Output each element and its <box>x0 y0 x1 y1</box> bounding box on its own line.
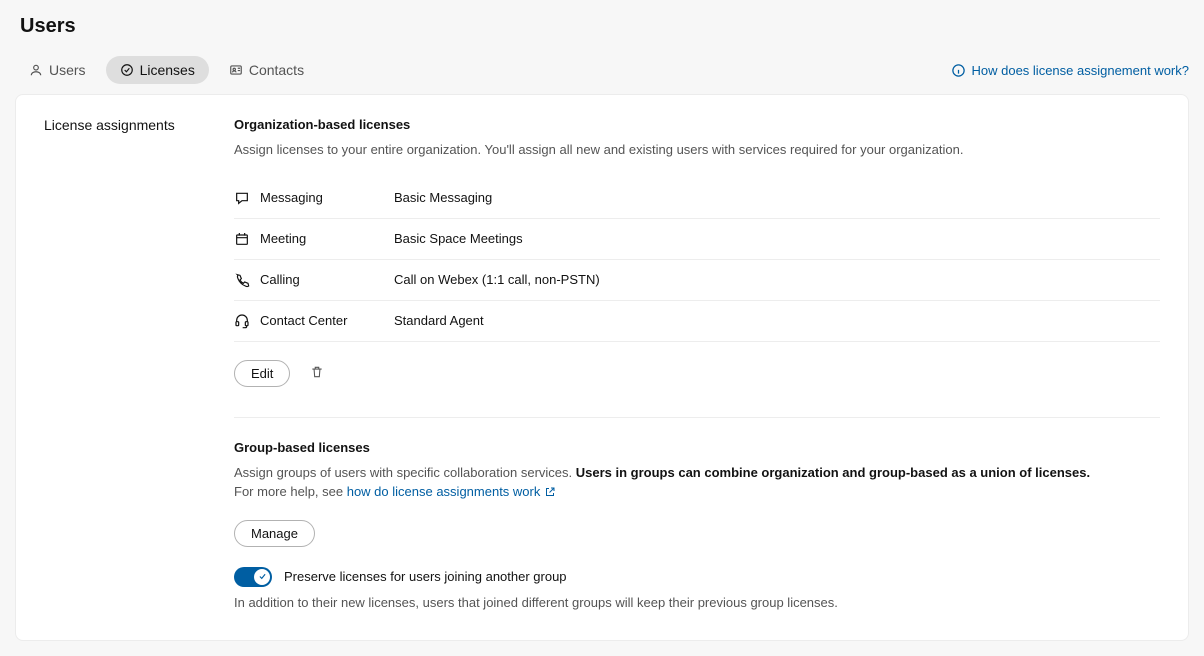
tabs-row: Users Licenses Contacts How does license… <box>15 56 1189 84</box>
page-title: Users <box>20 15 1189 38</box>
license-row-calling: Calling Call on Webex (1:1 call, non-PST… <box>234 260 1160 301</box>
org-actions: Edit <box>234 360 1160 387</box>
org-section-title: Organization-based licenses <box>234 117 1160 132</box>
license-row-messaging: Messaging Basic Messaging <box>234 178 1160 219</box>
org-section-desc: Assign licenses to your entire organizat… <box>234 140 1160 160</box>
preserve-toggle-label: Preserve licenses for users joining anot… <box>284 569 567 584</box>
tab-contacts-label: Contacts <box>249 62 304 78</box>
license-label-calling: Calling <box>234 272 394 288</box>
tab-users-label: Users <box>49 62 86 78</box>
info-icon <box>951 63 966 78</box>
license-value-messaging: Basic Messaging <box>394 190 492 205</box>
delete-button[interactable] <box>306 360 328 387</box>
check-circle-icon <box>120 63 134 77</box>
tab-contacts[interactable]: Contacts <box>215 56 318 84</box>
tab-licenses-label: Licenses <box>140 62 195 78</box>
preserve-toggle-row: Preserve licenses for users joining anot… <box>234 567 1160 587</box>
license-card: License assignments Organization-based l… <box>15 94 1189 641</box>
section-left-heading: License assignments <box>44 117 194 610</box>
license-value-meeting: Basic Space Meetings <box>394 231 523 246</box>
trash-icon <box>310 364 324 380</box>
headset-icon <box>234 313 250 329</box>
tabs: Users Licenses Contacts <box>15 56 318 84</box>
tab-licenses[interactable]: Licenses <box>106 56 209 84</box>
tab-users[interactable]: Users <box>15 56 100 84</box>
section-body: Organization-based licenses Assign licen… <box>234 117 1160 610</box>
license-row-contact-center: Contact Center Standard Agent <box>234 301 1160 342</box>
external-link-icon <box>544 486 556 498</box>
toggle-knob <box>254 569 270 585</box>
license-label-meeting: Meeting <box>234 231 394 247</box>
meeting-icon <box>234 231 250 247</box>
check-icon <box>258 572 267 581</box>
calling-icon <box>234 272 250 288</box>
license-value-contact-center: Standard Agent <box>394 313 484 328</box>
license-label-contact-center: Contact Center <box>234 313 394 329</box>
group-section-title: Group-based licenses <box>234 440 1160 455</box>
edit-button[interactable]: Edit <box>234 360 290 387</box>
section-divider <box>234 417 1160 418</box>
messaging-icon <box>234 190 250 206</box>
help-link-label: How does license assignement work? <box>972 63 1190 78</box>
manage-button[interactable]: Manage <box>234 520 315 547</box>
group-section-desc: Assign groups of users with specific col… <box>234 463 1160 502</box>
license-row-meeting: Meeting Basic Space Meetings <box>234 219 1160 260</box>
id-card-icon <box>229 63 243 77</box>
license-label-messaging: Messaging <box>234 190 394 206</box>
license-value-calling: Call on Webex (1:1 call, non-PSTN) <box>394 272 600 287</box>
preserve-toggle-desc: In addition to their new licenses, users… <box>234 595 1160 610</box>
user-icon <box>29 63 43 77</box>
how-do-license-assignments-work-link[interactable]: how do license assignments work <box>347 482 557 502</box>
help-link[interactable]: How does license assignement work? <box>951 63 1190 78</box>
preserve-toggle[interactable] <box>234 567 272 587</box>
